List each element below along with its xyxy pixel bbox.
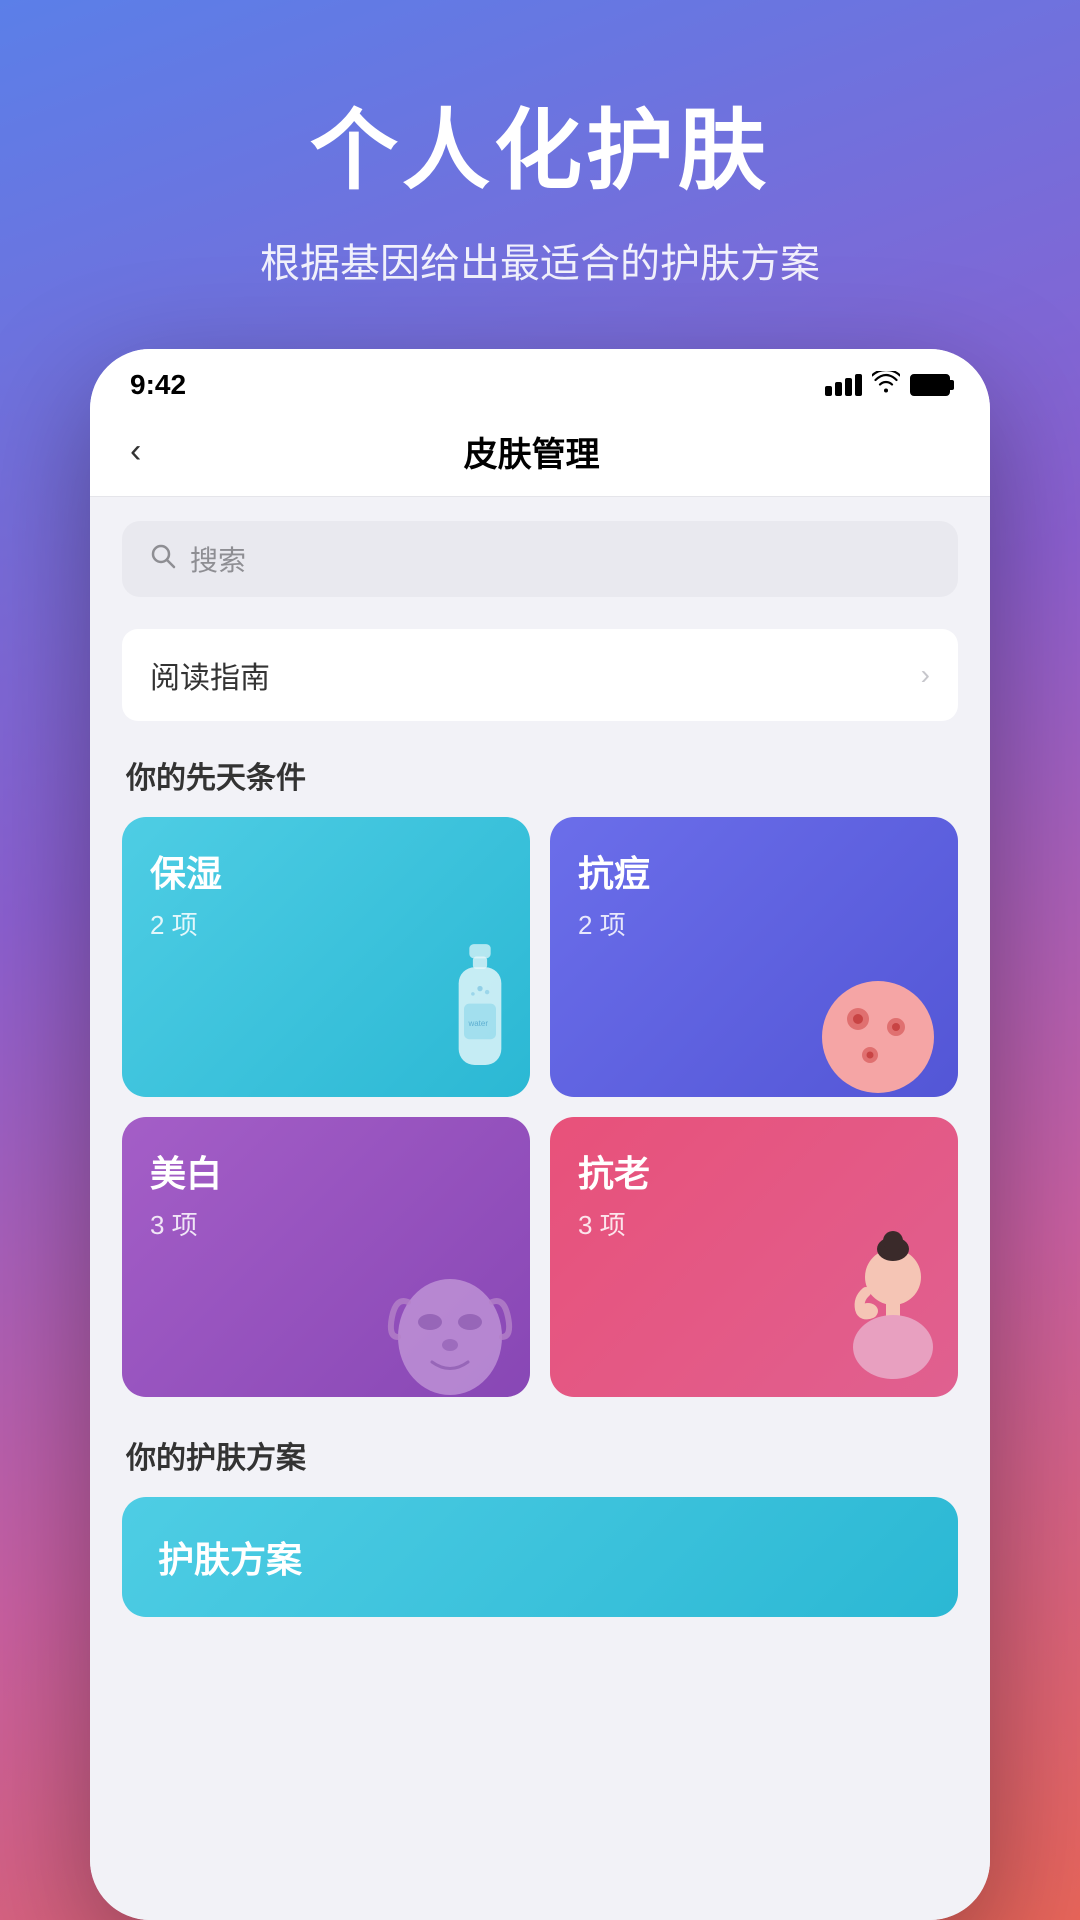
plan-card-title: 护肤方案 — [158, 1531, 302, 1583]
hero-subtitle: 根据基因给出最适合的护肤方案 — [260, 231, 820, 289]
status-bar: 9:42 — [90, 349, 990, 411]
back-button[interactable]: ‹ — [130, 428, 153, 475]
search-icon — [150, 543, 176, 576]
status-time: 9:42 — [130, 369, 186, 401]
skincare-plan-heading: 你的护肤方案 — [122, 1433, 958, 1477]
content-area: 搜索 阅读指南 › 你的先天条件 保湿 2 项 — [90, 497, 990, 1920]
cards-grid: 保湿 2 项 water — [122, 817, 958, 1397]
signal-icon — [825, 374, 862, 396]
card-acne[interactable]: 抗痘 2 项 — [550, 817, 958, 1097]
mask-illustration — [380, 1237, 520, 1397]
card-title-anti-aging: 抗老 — [578, 1145, 930, 1197]
nav-bar: ‹ 皮肤管理 — [90, 411, 990, 497]
plan-card[interactable]: 护肤方案 — [122, 1497, 958, 1617]
card-anti-aging[interactable]: 抗老 3 项 — [550, 1117, 958, 1397]
page-title: 皮肤管理 — [153, 427, 910, 476]
card-title-whitening: 美白 — [150, 1145, 502, 1197]
skincare-plan-section: 你的护肤方案 护肤方案 — [122, 1433, 958, 1617]
guide-label: 阅读指南 — [150, 653, 270, 697]
innate-conditions-heading: 你的先天条件 — [122, 753, 958, 797]
bottle-illustration: water — [440, 937, 520, 1097]
status-icons — [825, 371, 950, 399]
guide-chevron-icon: › — [921, 659, 930, 691]
card-title-moisturize: 保湿 — [150, 845, 502, 897]
search-bar[interactable]: 搜索 — [122, 521, 958, 597]
card-title-acne: 抗痘 — [578, 845, 930, 897]
wifi-icon — [872, 371, 900, 399]
search-placeholder: 搜索 — [190, 539, 246, 579]
phone-mockup: 9:42 ‹ 皮肤管理 — [90, 349, 990, 1920]
svg-text:water: water — [467, 1019, 488, 1028]
card-whitening[interactable]: 美白 3 项 — [122, 1117, 530, 1397]
pimple-illustration — [808, 937, 948, 1097]
hero-section: 个人化护肤 根据基因给出最适合的护肤方案 — [0, 0, 1080, 349]
card-moisturize[interactable]: 保湿 2 项 water — [122, 817, 530, 1097]
person-illustration — [808, 1227, 948, 1397]
hero-title: 个人化护肤 — [310, 80, 770, 207]
guide-section-row[interactable]: 阅读指南 › — [122, 629, 958, 721]
battery-icon — [910, 374, 950, 396]
